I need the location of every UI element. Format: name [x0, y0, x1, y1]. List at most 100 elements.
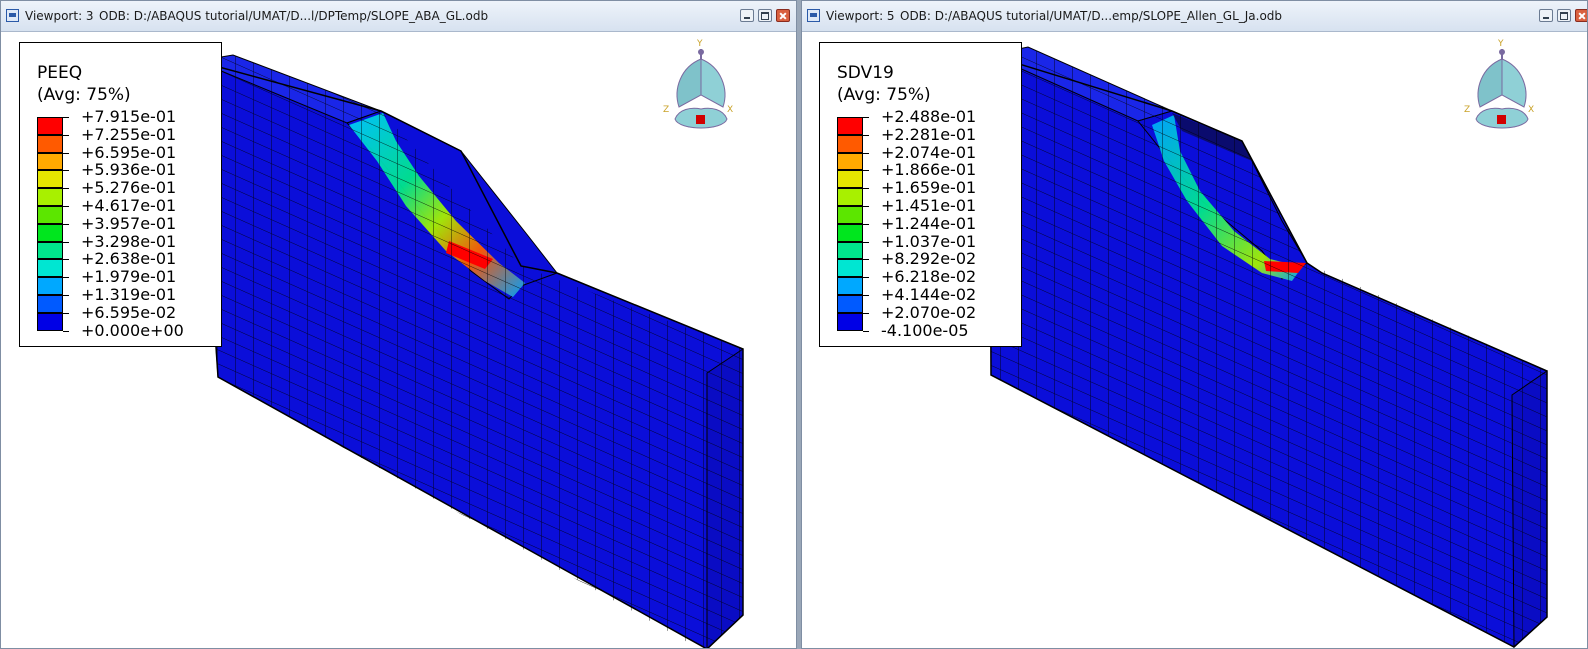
maximize-button[interactable] — [1557, 9, 1571, 22]
legend-value: +1.979e-01 — [81, 267, 177, 287]
legend[interactable]: PEEQ (Avg: 75%) +7.915e-01 +7.255e-01 +6.5… — [19, 42, 222, 347]
triad-y-label: Y — [697, 39, 703, 49]
mesh-lines — [197, 55, 743, 648]
legend-value: +0.000e+00 — [81, 320, 184, 340]
legend-value: +5.936e-01 — [81, 160, 177, 180]
odb-path: ODB: D:/ABAQUS tutorial/UMAT/D...emp/SLO… — [900, 9, 1283, 23]
legend-value: +6.595e-02 — [81, 302, 177, 322]
close-button[interactable] — [1575, 9, 1587, 22]
triad-icon — [1475, 49, 1529, 129]
legend-value: +4.144e-02 — [881, 284, 977, 304]
triad-z-label: Z — [663, 105, 670, 115]
maximize-button[interactable] — [758, 9, 772, 22]
legend-swatch — [837, 312, 863, 331]
legend-value: -4.100e-05 — [881, 320, 969, 340]
viewport-title: Viewport: 3 — [25, 9, 94, 23]
legend-value: +1.037e-01 — [881, 231, 977, 251]
legend-value: +2.070e-02 — [881, 302, 977, 322]
legend-value: +7.915e-01 — [81, 107, 177, 126]
triad-y-label: Y — [1498, 39, 1504, 49]
legend-tick — [63, 223, 69, 225]
triad-z-label: Z — [1464, 105, 1471, 115]
legend-swatch — [37, 241, 63, 260]
legend-tick — [863, 330, 869, 332]
legend-swatch — [837, 134, 863, 153]
legend-value: +1.659e-01 — [881, 178, 977, 198]
legend-swatch — [37, 312, 63, 331]
legend-value: +2.488e-01 — [881, 107, 977, 126]
close-button[interactable] — [776, 9, 790, 22]
legend-swatch — [37, 188, 63, 206]
legend-tick — [63, 330, 69, 332]
legend-value: +5.276e-01 — [81, 178, 177, 198]
legend-swatch — [37, 134, 63, 153]
legend[interactable]: SDV19 (Avg: 75%) +2.488e-01 +2.281e-01 +2.… — [819, 42, 1022, 347]
minimize-button[interactable] — [740, 9, 754, 22]
legend-tick — [863, 134, 869, 136]
legend-tick — [63, 134, 69, 136]
legend-tick — [863, 205, 869, 207]
legend-swatch — [37, 277, 63, 295]
legend-variable: PEEQ — [37, 63, 83, 83]
legend-value: +7.255e-01 — [81, 124, 177, 144]
legend-tick — [863, 241, 869, 243]
legend-swatch — [837, 188, 863, 206]
legend-swatch — [837, 241, 863, 260]
legend-tick — [863, 259, 869, 261]
triad-icon — [674, 49, 728, 129]
odb-path: ODB: D:/ABAQUS tutorial/UMAT/D...l/DPTem… — [99, 9, 489, 23]
legend-swatch — [37, 294, 63, 313]
legend-tick — [863, 277, 869, 279]
legend-value: +3.298e-01 — [81, 231, 177, 251]
legend-tick — [63, 152, 69, 154]
minimize-button[interactable] — [1539, 9, 1553, 22]
legend-tick — [63, 312, 69, 314]
legend-tick — [63, 205, 69, 207]
legend-averaging: (Avg: 75%) — [37, 85, 131, 105]
viewport-title: Viewport: 5 — [826, 9, 895, 23]
viewport-menu-icon[interactable] — [6, 9, 19, 22]
legend-value: +2.074e-01 — [881, 142, 977, 162]
legend-swatch — [37, 259, 63, 278]
viewport-menu-icon[interactable] — [807, 9, 820, 22]
legend-value: +8.292e-02 — [881, 249, 977, 269]
legend-swatch — [837, 170, 863, 189]
legend-value: +1.866e-01 — [881, 160, 977, 180]
legend-swatch — [37, 152, 63, 171]
view-triad[interactable]: Y Z X — [1464, 39, 1535, 143]
legend-value: +6.218e-02 — [881, 267, 977, 287]
viewport-titlebar[interactable]: Viewport: 5 ODB: D:/ABAQUS tutorial/UMAT… — [802, 1, 1587, 32]
legend-tick — [863, 152, 869, 154]
legend-swatch — [837, 259, 863, 278]
legend-tick — [863, 117, 869, 118]
legend-swatch — [837, 277, 863, 295]
legend-tick — [63, 117, 69, 118]
legend-tick — [63, 294, 69, 296]
legend-tick — [863, 312, 869, 314]
viewport-5[interactable]: Viewport: 5 ODB: D:/ABAQUS tutorial/UMAT… — [801, 0, 1588, 649]
legend-value: +2.638e-01 — [81, 249, 177, 269]
legend-tick — [863, 294, 869, 296]
legend-swatch — [837, 294, 863, 313]
legend-swatch — [837, 152, 863, 171]
legend-value: +1.244e-01 — [881, 213, 977, 233]
view-triad[interactable]: Y Z X — [663, 39, 734, 143]
legend-swatch — [837, 223, 863, 242]
legend-swatch — [837, 205, 863, 224]
legend-tick — [63, 277, 69, 279]
triad-x-label: X — [1528, 105, 1535, 115]
legend-swatch — [37, 170, 63, 189]
legend-tick — [863, 188, 869, 190]
legend-tick — [863, 170, 869, 172]
viewport-3[interactable]: Viewport: 3 ODB: D:/ABAQUS tutorial/UMAT… — [0, 0, 797, 649]
legend-tick — [63, 259, 69, 261]
legend-value: +3.957e-01 — [81, 213, 177, 233]
legend-value: +4.617e-01 — [81, 195, 177, 215]
legend-variable: SDV19 — [837, 63, 894, 83]
legend-swatch — [37, 117, 63, 135]
legend-value: +6.595e-01 — [81, 142, 177, 162]
triad-x-label: X — [727, 105, 734, 115]
legend-swatch — [37, 205, 63, 224]
viewport-titlebar[interactable]: Viewport: 3 ODB: D:/ABAQUS tutorial/UMAT… — [1, 1, 796, 32]
legend-swatch — [37, 223, 63, 242]
